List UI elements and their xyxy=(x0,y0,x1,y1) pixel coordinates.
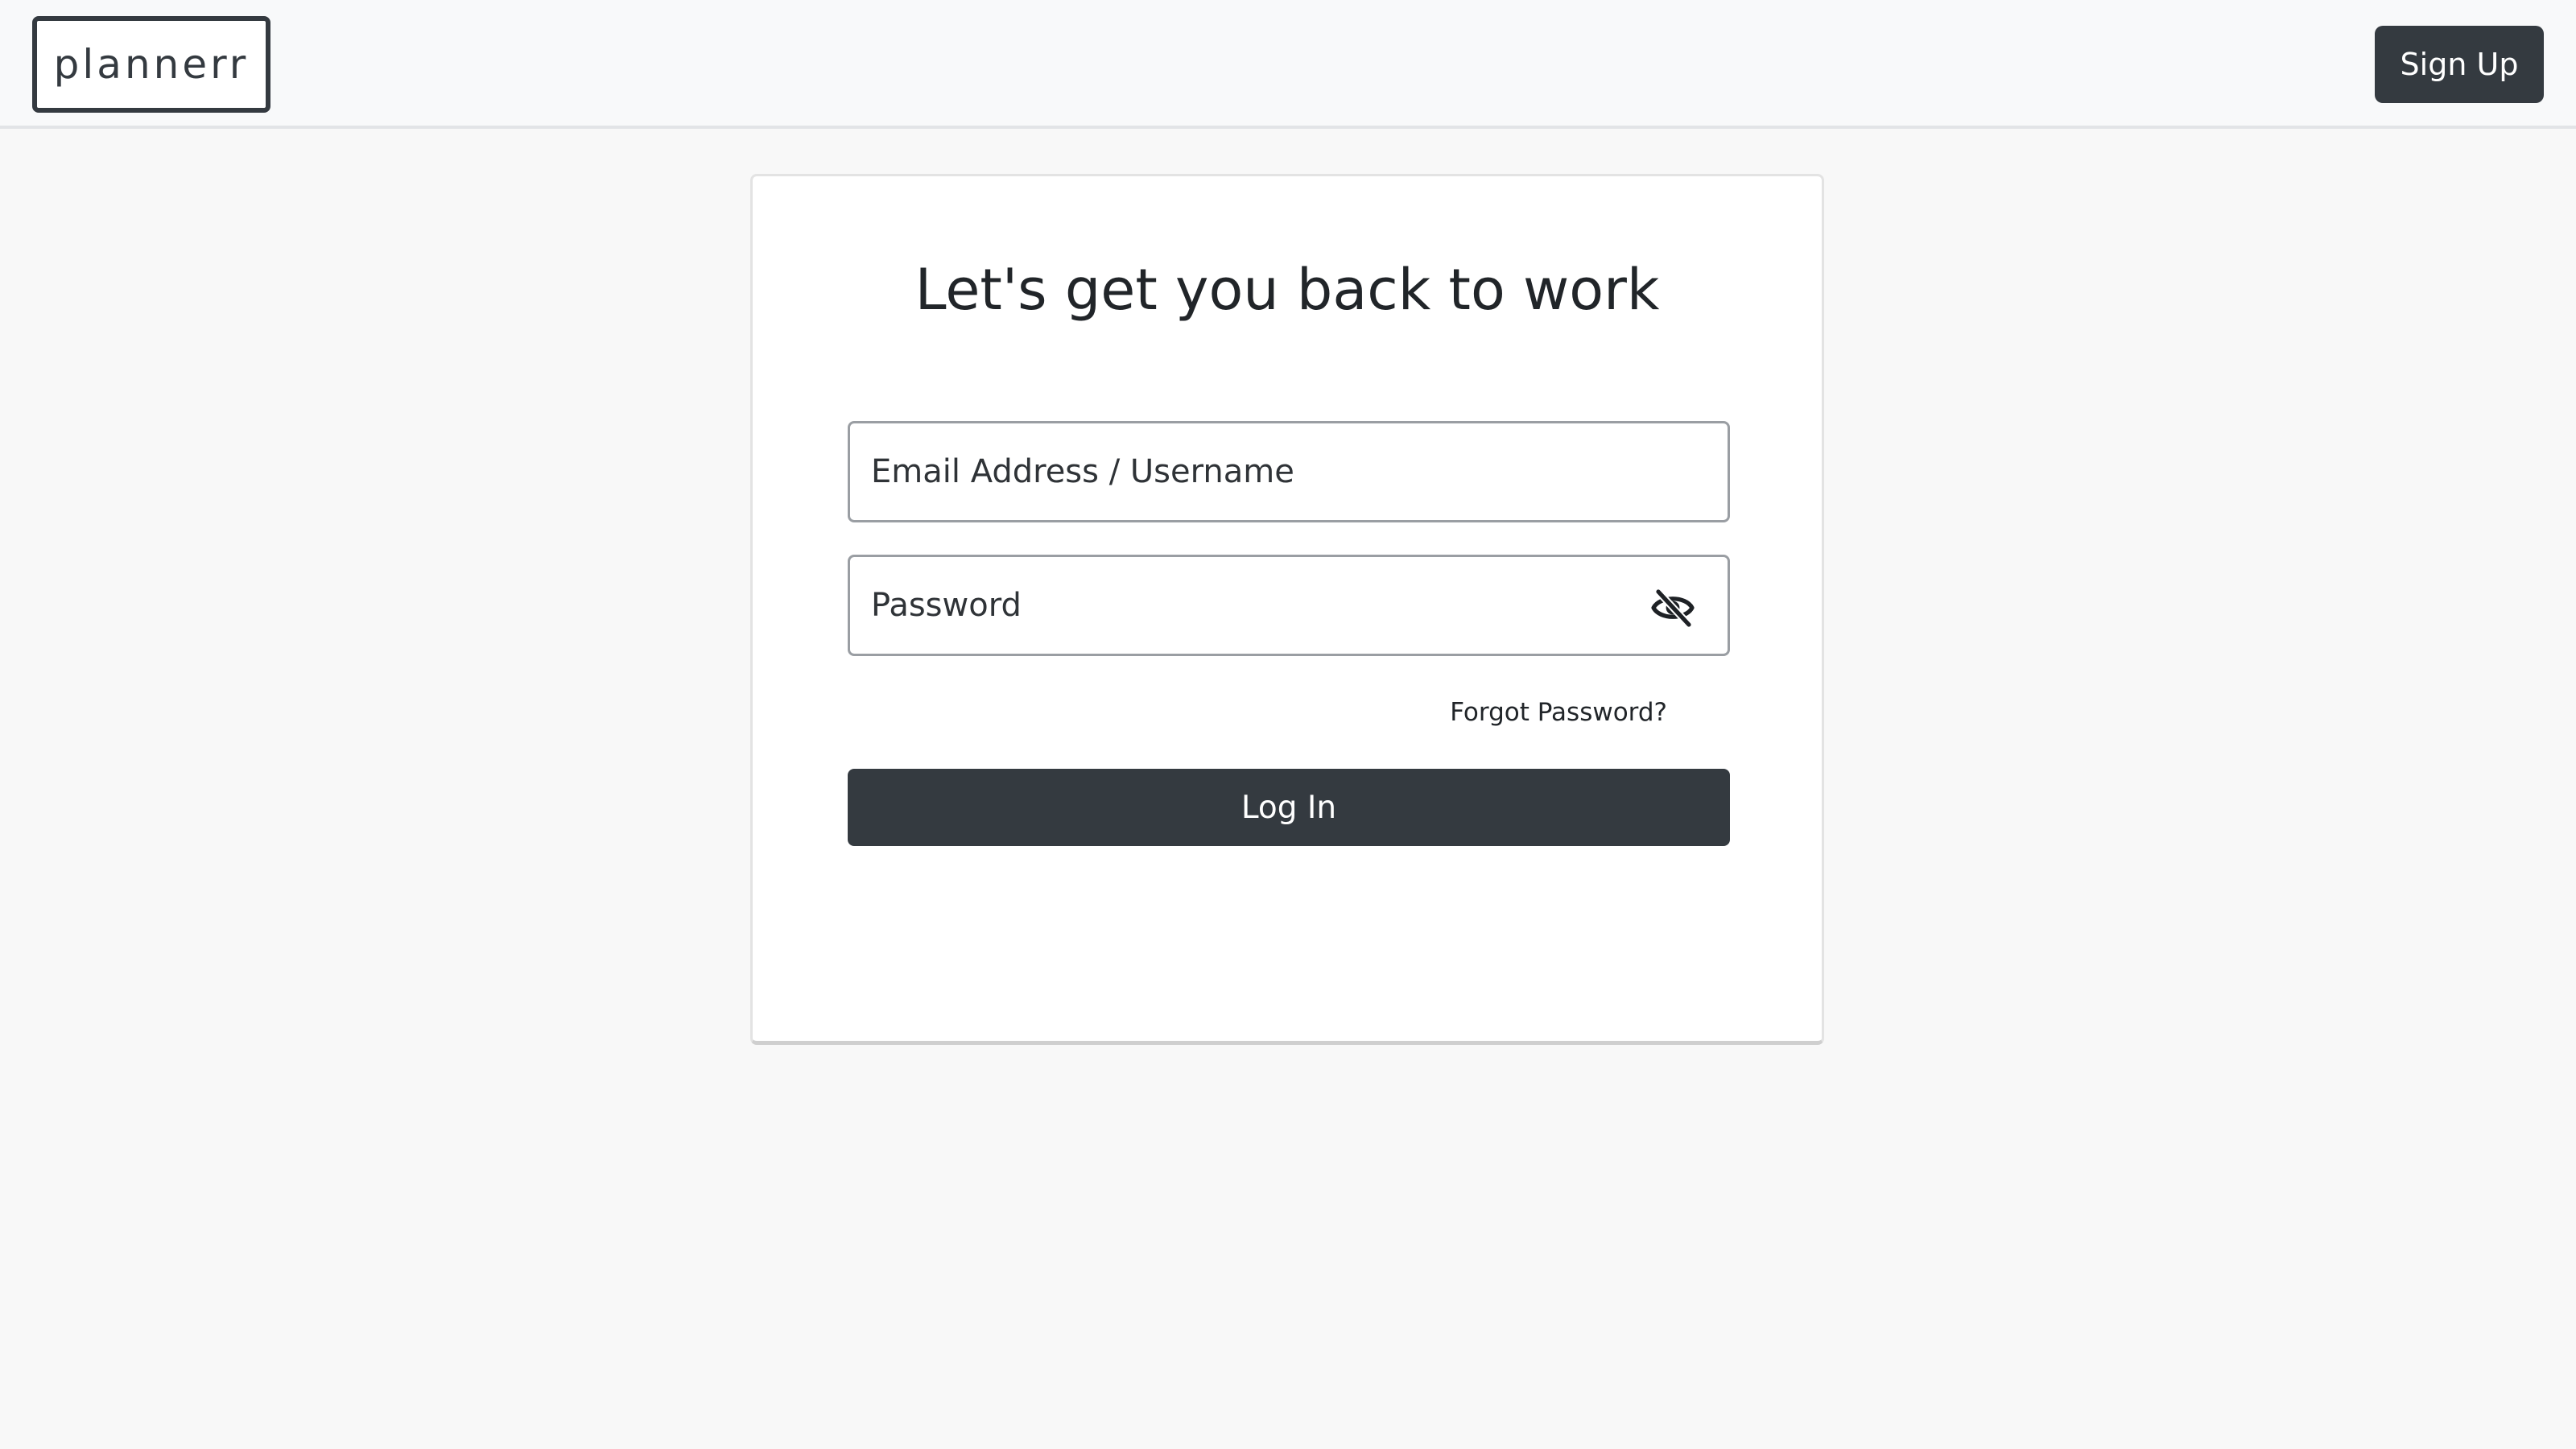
login-card: Let's get you back to work Forgot Passwo… xyxy=(750,174,1824,1045)
email-field-wrapper xyxy=(848,421,1730,522)
password-input[interactable] xyxy=(850,557,1728,654)
email-username-input[interactable] xyxy=(850,423,1728,520)
brand-logo[interactable]: plannerr xyxy=(32,16,270,113)
eye-slash-icon[interactable] xyxy=(1650,588,1695,629)
log-in-button[interactable]: Log In xyxy=(848,769,1730,846)
password-field-wrapper xyxy=(848,555,1730,656)
sign-up-button[interactable]: Sign Up xyxy=(2375,26,2544,103)
forgot-password-link[interactable]: Forgot Password? xyxy=(1450,698,1667,727)
top-navbar: plannerr Sign Up xyxy=(0,0,2576,129)
page-title: Let's get you back to work xyxy=(914,257,1660,323)
